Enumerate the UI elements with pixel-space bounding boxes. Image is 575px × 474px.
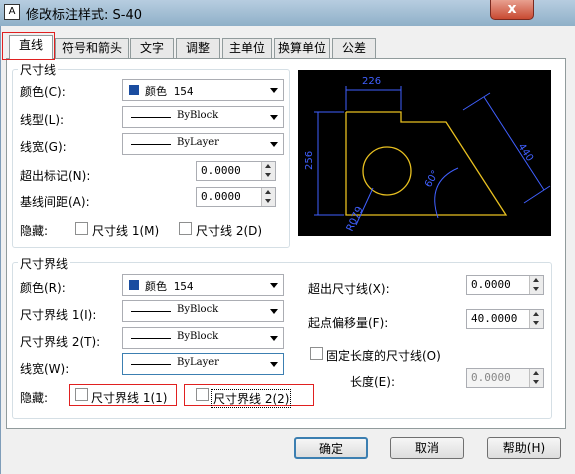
ext-lineweight-select[interactable]: ByLayer [122, 353, 284, 375]
preview-dim-angle: 60° [423, 169, 441, 190]
cancel-button[interactable]: 取消 [390, 437, 464, 459]
dim-suppress-label: 隐藏: [20, 224, 49, 238]
tab-fit[interactable]: 调整 [176, 38, 220, 58]
line-sample-icon [131, 311, 171, 312]
ext-linetype2-select[interactable]: ByBlock [122, 327, 284, 349]
origin-offset-value: 40.0000 [471, 312, 518, 325]
ext-linetype1-select[interactable]: ByBlock [122, 300, 284, 322]
length-value: 0.0000 [471, 371, 511, 384]
ext-lineweight-label: 线宽(W): [20, 362, 70, 376]
spin-down-icon[interactable] [261, 197, 275, 206]
spin-down-icon[interactable] [529, 319, 543, 328]
app-icon: A [4, 4, 20, 20]
window-title: 修改标注样式: S-40 [26, 8, 142, 23]
preview-dim-right: 440 [515, 142, 535, 164]
extend-beyond-value: 0.0000 [471, 278, 511, 291]
dim-linetype-value: ByBlock [177, 110, 219, 121]
extend-beyond-label: 超出尺寸线(X): [308, 282, 390, 296]
dim-color-select[interactable]: 颜色 154 [122, 79, 284, 101]
chevron-down-icon [270, 115, 278, 120]
ext-line-group-title: 尺寸界线 [18, 255, 71, 272]
ext-linetype1-label: 尺寸界线 1(I): [20, 308, 97, 322]
baseline-spacing-value: 0.0000 [201, 190, 241, 203]
dim-linetype-select[interactable]: ByBlock [122, 106, 284, 128]
spin-up-icon[interactable] [261, 188, 275, 197]
origin-offset-stepper[interactable]: 40.0000 [466, 309, 544, 329]
suppress-dim-line-2-checkbox[interactable] [179, 222, 192, 235]
spin-up-icon[interactable] [529, 276, 543, 285]
color-swatch [129, 85, 139, 95]
help-button[interactable]: 帮助(H) [487, 437, 561, 459]
fixed-length-checkbox[interactable] [310, 347, 323, 360]
chevron-down-icon [270, 336, 278, 341]
ext-linetype2-value: ByBlock [177, 331, 219, 342]
dim-lineweight-select[interactable]: ByLayer [122, 133, 284, 155]
ext-linetype2-label: 尺寸界线 2(T): [20, 335, 101, 349]
extend-ticks-value: 0.0000 [201, 164, 241, 177]
dim-lineweight-value: ByLayer [177, 137, 219, 148]
tab-primary-units[interactable]: 主单位 [222, 38, 272, 58]
chevron-down-icon [270, 362, 278, 367]
baseline-spacing-stepper[interactable]: 0.0000 [196, 187, 276, 207]
extend-beyond-stepper[interactable]: 0.0000 [466, 275, 544, 295]
chevron-down-icon [270, 283, 278, 288]
ok-button[interactable]: 确定 [294, 437, 368, 459]
chevron-down-icon [270, 88, 278, 93]
spin-up-icon[interactable] [529, 369, 543, 378]
preview-dim-left: 256 [304, 151, 315, 170]
suppress-ext-line-2-checkbox[interactable] [196, 388, 209, 401]
spin-down-icon[interactable] [529, 378, 543, 387]
fixed-length-label[interactable]: 固定长度的尺寸线(O) [326, 347, 441, 364]
dim-line-group-title: 尺寸线 [18, 61, 59, 78]
ext-linetype1-value: ByBlock [177, 304, 219, 315]
line-sample-icon [131, 338, 171, 339]
preview-dim-top: 226 [362, 76, 381, 87]
ext-suppress-label: 隐藏: [20, 391, 49, 405]
highlight-box-tab [2, 32, 55, 60]
tab-alternate-units[interactable]: 换算单位 [274, 38, 330, 58]
ext-lineweight-value: ByLayer [177, 357, 219, 368]
line-sample-icon [131, 364, 171, 365]
preview-dimensions [314, 86, 551, 226]
suppress-dim-line-1-checkbox[interactable] [75, 222, 88, 235]
suppress-ext-line-1-label[interactable]: 尺寸界线 1(1) [91, 389, 167, 406]
suppress-dim-line-1-label[interactable]: 尺寸线 1(M) [92, 222, 159, 239]
baseline-spacing-label: 基线间距(A): [20, 195, 90, 209]
spin-down-icon[interactable] [261, 171, 275, 180]
dim-color-label: 颜色(C): [20, 85, 66, 99]
origin-offset-label: 起点偏移量(F): [308, 316, 389, 330]
close-button[interactable]: x [490, 0, 534, 20]
preview-shape [345, 111, 508, 216]
dim-color-value: 颜色 154 [145, 85, 194, 98]
length-label: 长度(E): [350, 375, 395, 389]
suppress-dim-line-2-label[interactable]: 尺寸线 2(D) [196, 222, 262, 239]
line-sample-icon [131, 117, 171, 118]
length-stepper[interactable]: 0.0000 [466, 368, 544, 388]
spin-down-icon[interactable] [529, 285, 543, 294]
suppress-ext-line-1-checkbox[interactable] [75, 388, 88, 401]
spin-up-icon[interactable] [529, 310, 543, 319]
tab-symbols-arrows[interactable]: 符号和箭头 [55, 38, 129, 58]
tab-text[interactable]: 文字 [130, 38, 174, 58]
ext-color-value: 颜色 154 [145, 280, 194, 293]
chevron-down-icon [270, 142, 278, 147]
extend-ticks-label: 超出标记(N): [20, 169, 91, 183]
ext-color-select[interactable]: 颜色 154 [122, 274, 284, 296]
chevron-down-icon [270, 309, 278, 314]
dim-lineweight-label: 线宽(G): [20, 140, 67, 154]
tab-tolerances[interactable]: 公差 [332, 38, 376, 58]
spin-up-icon[interactable] [261, 162, 275, 171]
preview-dim-radius: R079 [345, 205, 366, 233]
suppress-ext-line-2-label[interactable]: 尺寸界线 2(2) [211, 389, 292, 408]
preview-drawing: 226 256 440 60° R079 [304, 76, 551, 233]
ext-color-label: 颜色(R): [20, 281, 66, 295]
extend-ticks-stepper[interactable]: 0.0000 [196, 161, 276, 181]
color-swatch [129, 280, 139, 290]
dimension-preview: 226 256 440 60° R079 [298, 70, 551, 236]
line-sample-icon [131, 144, 171, 145]
dim-linetype-label: 线型(L): [20, 113, 65, 127]
